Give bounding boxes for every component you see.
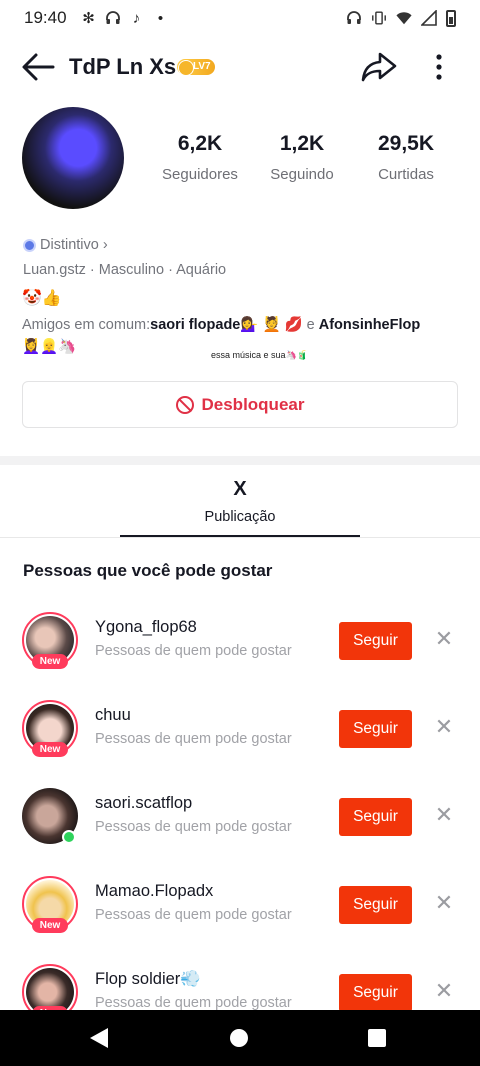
mutual-and: e bbox=[302, 317, 319, 333]
share-icon[interactable] bbox=[360, 50, 398, 84]
profile-header: TdP Ln Xs LV7 bbox=[0, 44, 480, 90]
mutual-friend-1: saori flopade bbox=[150, 317, 241, 333]
vibrate-icon bbox=[371, 10, 387, 26]
follow-button[interactable]: Seguir bbox=[339, 974, 412, 1012]
chevron-right-icon: › bbox=[102, 237, 108, 253]
close-icon[interactable]: ✕ bbox=[433, 628, 455, 650]
suggestion-subtitle: Pessoas de quem pode gostar bbox=[95, 731, 292, 747]
status-time: 19:40 bbox=[24, 8, 67, 27]
close-icon[interactable]: ✕ bbox=[433, 980, 455, 1002]
following-count: 1,2K bbox=[279, 132, 325, 155]
followers-count: 6,2K bbox=[177, 132, 223, 155]
unblock-button[interactable]: Desbloquear bbox=[22, 381, 458, 428]
fan-icon: ✻ bbox=[82, 10, 95, 27]
status-bar: 19:40 ✻ ♪ • bbox=[0, 0, 480, 36]
online-indicator bbox=[62, 830, 76, 844]
profile-bio: 🤡👍 bbox=[22, 290, 62, 307]
likes-label: Curtidas bbox=[378, 166, 434, 183]
mutual-friend-2: AfonsinheFlop bbox=[318, 317, 421, 333]
tab-divider bbox=[0, 537, 480, 538]
badge-link[interactable]: Distintivo › bbox=[23, 237, 108, 253]
suggestion-subtitle: Pessoas de quem pode gostar bbox=[95, 643, 292, 659]
ban-icon bbox=[175, 395, 194, 414]
battery-icon bbox=[446, 9, 456, 27]
suggestion-name[interactable]: chuu bbox=[95, 706, 131, 725]
profile-avatar[interactable] bbox=[22, 107, 124, 209]
badge-label: Distintivo bbox=[40, 237, 99, 253]
following-label: Seguindo bbox=[270, 166, 334, 183]
new-tag: New bbox=[32, 742, 68, 757]
more-options-icon[interactable] bbox=[425, 50, 453, 84]
suggestion-subtitle: Pessoas de quem pode gostar bbox=[95, 907, 292, 923]
overlay-caption: essa música e sua🦄🧃 bbox=[211, 350, 308, 360]
tab-posts[interactable]: X Publicação bbox=[120, 478, 360, 525]
suggestion-row[interactable]: New chuu Pessoas de quem pode gostar Seg… bbox=[0, 700, 480, 788]
new-tag: New bbox=[32, 918, 68, 933]
suggestion-subtitle: Pessoas de quem pode gostar bbox=[95, 819, 292, 835]
mutual-prefix: Amigos em comum: bbox=[22, 317, 151, 333]
suggestion-row[interactable]: New Ygona_flop68 Pessoas de quem pode go… bbox=[0, 612, 480, 700]
mutual-emoji-1: 💁‍♀️ 💆 💋 bbox=[240, 317, 303, 333]
tab-posts-icon-text: X bbox=[233, 478, 247, 500]
headphones-icon bbox=[105, 10, 121, 26]
badge-icon bbox=[23, 238, 36, 252]
stat-likes: 29,5K Curtidas bbox=[351, 132, 461, 183]
stat-followers[interactable]: 6,2K Seguidores bbox=[145, 132, 255, 183]
close-icon[interactable]: ✕ bbox=[433, 804, 455, 826]
wifi-icon bbox=[396, 10, 412, 26]
close-icon[interactable]: ✕ bbox=[433, 892, 455, 914]
profile-info: Luan.gstz · Masculino · Aquário bbox=[23, 262, 227, 278]
unblock-label: Desbloquear bbox=[201, 394, 305, 414]
profile-title: TdP Ln Xs bbox=[69, 54, 177, 79]
nav-home-icon[interactable] bbox=[230, 1029, 248, 1047]
suggestion-name[interactable]: saori.scatflop bbox=[95, 794, 192, 813]
headset-icon bbox=[346, 10, 362, 26]
tab-posts-label: Publicação bbox=[204, 509, 276, 525]
tiktok-icon: ♪ bbox=[132, 9, 141, 27]
suggestion-row[interactable]: saori.scatflop Pessoas de quem pode gost… bbox=[0, 788, 480, 876]
suggestion-name[interactable]: Flop soldier💨 bbox=[95, 970, 201, 989]
dot-icon: • bbox=[157, 9, 164, 27]
likes-count: 29,5K bbox=[377, 132, 435, 155]
suggestion-row[interactable]: New Mamao.Flopadx Pessoas de quem pode g… bbox=[0, 876, 480, 964]
signal-icon bbox=[421, 10, 437, 26]
nav-recents-icon[interactable] bbox=[368, 1029, 386, 1047]
follow-button[interactable]: Seguir bbox=[339, 886, 412, 924]
mutual-emoji-2: 💆‍♀️👱‍♀️🦄 bbox=[22, 339, 77, 355]
follow-button[interactable]: Seguir bbox=[339, 798, 412, 836]
back-arrow-icon[interactable] bbox=[20, 50, 56, 84]
stat-following[interactable]: 1,2K Seguindo bbox=[247, 132, 357, 183]
suggestion-name[interactable]: Mamao.Flopadx bbox=[95, 882, 213, 901]
follow-button[interactable]: Seguir bbox=[339, 710, 412, 748]
suggestions-title: Pessoas que você pode gostar bbox=[23, 561, 273, 580]
close-icon[interactable]: ✕ bbox=[433, 716, 455, 738]
suggestion-subtitle: Pessoas de quem pode gostar bbox=[95, 995, 292, 1011]
suggestion-name[interactable]: Ygona_flop68 bbox=[95, 618, 197, 637]
system-nav-bar bbox=[0, 1010, 480, 1066]
level-badge: LV7 bbox=[177, 59, 215, 76]
followers-label: Seguidores bbox=[162, 166, 238, 183]
new-tag: New bbox=[32, 654, 68, 669]
section-divider bbox=[0, 456, 480, 465]
follow-button[interactable]: Seguir bbox=[339, 622, 412, 660]
nav-back-icon[interactable] bbox=[90, 1028, 108, 1048]
